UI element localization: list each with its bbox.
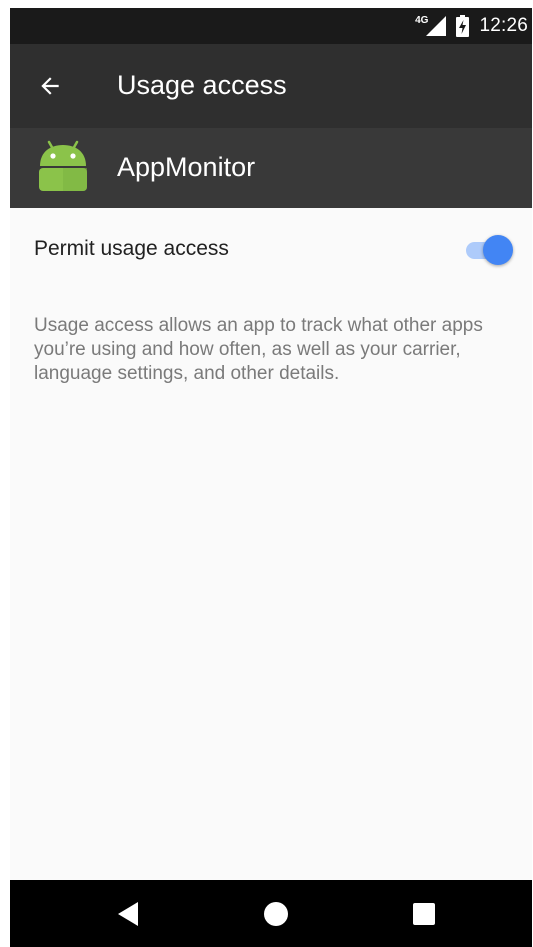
page-title: Usage access	[117, 70, 287, 100]
android-robot-icon	[39, 140, 87, 191]
permit-usage-access-row[interactable]: Permit usage access	[10, 208, 532, 288]
nav-back-icon	[118, 902, 138, 926]
toggle-thumb	[483, 235, 513, 265]
permit-usage-access-toggle[interactable]	[466, 234, 514, 266]
nav-home-button[interactable]	[256, 894, 296, 934]
screen: 4G 12:26 Usage access AppMonitor Permit …	[10, 8, 532, 947]
usage-access-description: Usage access allows an app to track what…	[34, 315, 483, 384]
arrow-left-icon	[41, 77, 59, 95]
nav-home-icon	[264, 902, 288, 926]
network-type: 4G	[415, 14, 429, 26]
nav-back-button[interactable]	[108, 894, 148, 934]
status-bar: 4G 12:26	[10, 8, 532, 44]
navigation-bar	[10, 880, 532, 947]
app-name: AppMonitor	[117, 152, 256, 182]
back-button[interactable]	[28, 64, 72, 108]
status-icons: 4G 12:26	[415, 8, 528, 44]
app-header: AppMonitor	[10, 128, 532, 208]
toolbar: Usage access	[10, 44, 532, 128]
nav-recents-button[interactable]	[404, 894, 444, 934]
battery-charging-icon	[456, 15, 470, 37]
clock: 12:26	[479, 15, 528, 36]
nav-recents-icon	[413, 903, 435, 925]
permit-usage-access-label: Permit usage access	[34, 237, 229, 260]
